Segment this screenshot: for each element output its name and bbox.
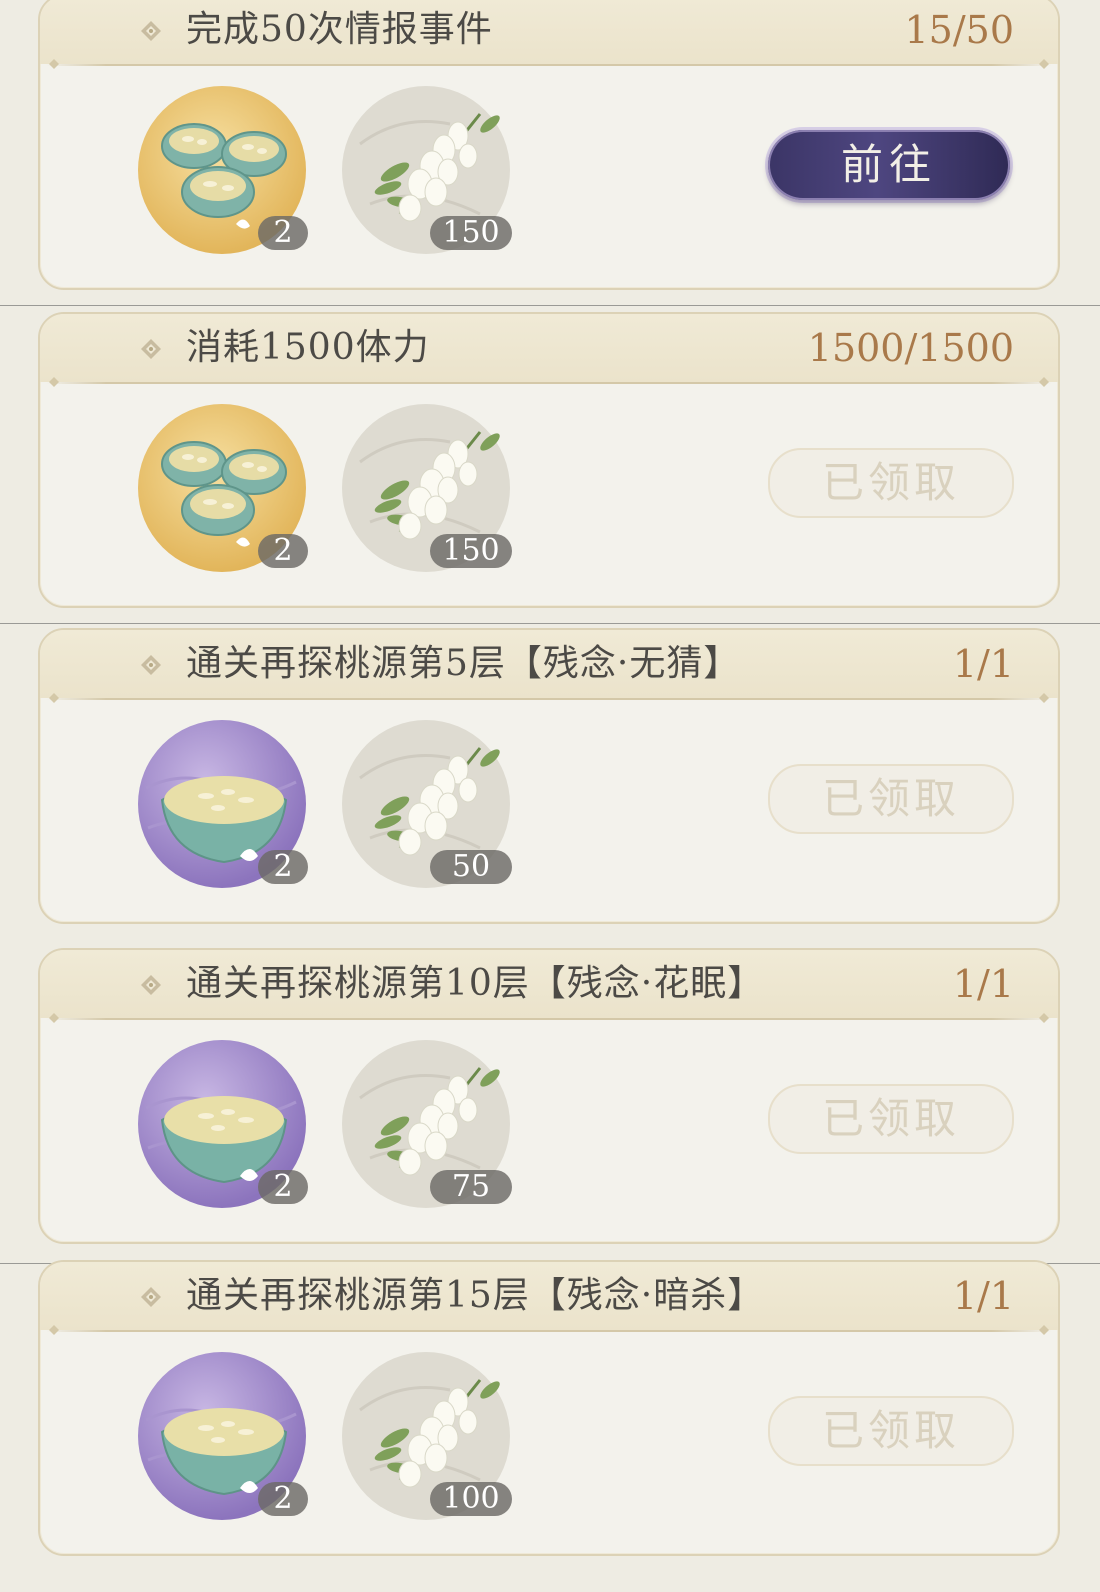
- ornament-icon: [49, 1013, 59, 1023]
- ornament-icon: [1039, 377, 1049, 387]
- ornament-icon: [49, 1325, 59, 1335]
- reward-item[interactable]: 2: [136, 1350, 308, 1522]
- task-card: 完成50次情报事件 15/50 2 150 前往: [38, 0, 1060, 290]
- reward-item[interactable]: 2: [136, 1038, 308, 1210]
- ornament-icon: [1039, 693, 1049, 703]
- reward-item[interactable]: 2: [136, 402, 308, 574]
- task-title: 通关再探桃源第10层【残念·花眠】: [186, 963, 765, 1004]
- reward-count: 150: [430, 216, 512, 250]
- header-divider: [46, 698, 1052, 700]
- ornament-icon: [49, 59, 59, 69]
- reward-item[interactable]: 100: [340, 1350, 512, 1522]
- reward-item[interactable]: 75: [340, 1038, 512, 1210]
- ornament-icon: [1039, 1325, 1049, 1335]
- task-card: 通关再探桃源第5层【残念·无猜】 1/1 2 50 已领取: [38, 628, 1060, 924]
- task-progress: 15/50: [904, 8, 1014, 52]
- task-title: 通关再探桃源第5层【残念·无猜】: [186, 643, 741, 684]
- reward-count: 2: [258, 534, 308, 568]
- reward-count: 2: [258, 216, 308, 250]
- task-card: 通关再探桃源第10层【残念·花眠】 1/1 2 75 已领取: [38, 948, 1060, 1244]
- reward-item[interactable]: 50: [340, 718, 512, 890]
- task-progress: 1500/1500: [807, 326, 1014, 370]
- diamond-icon: [141, 655, 161, 675]
- header-divider: [46, 64, 1052, 66]
- reward-count: 50: [430, 850, 512, 884]
- reward-item[interactable]: 150: [340, 84, 512, 256]
- header-divider: [46, 1330, 1052, 1332]
- diamond-icon: [141, 1287, 161, 1307]
- diamond-icon: [141, 975, 161, 995]
- task-card: 消耗1500体力 1500/1500 2 150 已领取: [38, 312, 1060, 608]
- task-progress: 1/1: [952, 642, 1014, 686]
- ornament-icon: [1039, 1013, 1049, 1023]
- ornament-icon: [49, 693, 59, 703]
- reward-count: 100: [430, 1482, 512, 1516]
- reward-count: 2: [258, 1170, 308, 1204]
- claimed-button[interactable]: 已领取: [768, 1084, 1014, 1154]
- task-card: 通关再探桃源第15层【残念·暗杀】 1/1 2 100 已领取: [38, 1260, 1060, 1556]
- task-progress: 1/1: [952, 1274, 1014, 1318]
- segment-divider: [0, 623, 1100, 624]
- header-divider: [46, 1018, 1052, 1020]
- task-title: 消耗1500体力: [186, 327, 430, 368]
- reward-count: 150: [430, 534, 512, 568]
- reward-item[interactable]: 2: [136, 718, 308, 890]
- claimed-button[interactable]: 已领取: [768, 1396, 1014, 1466]
- diamond-icon: [141, 339, 161, 359]
- ornament-icon: [49, 377, 59, 387]
- header-divider: [46, 382, 1052, 384]
- reward-count: 2: [258, 1482, 308, 1516]
- ornament-icon: [1039, 59, 1049, 69]
- task-title: 完成50次情报事件: [186, 9, 493, 50]
- segment-divider: [0, 305, 1100, 306]
- reward-count: 75: [430, 1170, 512, 1204]
- reward-count: 2: [258, 850, 308, 884]
- reward-item[interactable]: 2: [136, 84, 308, 256]
- diamond-icon: [141, 21, 161, 41]
- reward-item[interactable]: 150: [340, 402, 512, 574]
- claimed-button[interactable]: 已领取: [768, 764, 1014, 834]
- task-title: 通关再探桃源第15层【残念·暗杀】: [186, 1275, 765, 1316]
- goto-button[interactable]: 前往: [768, 130, 1010, 200]
- claimed-button[interactable]: 已领取: [768, 448, 1014, 518]
- task-progress: 1/1: [952, 962, 1014, 1006]
